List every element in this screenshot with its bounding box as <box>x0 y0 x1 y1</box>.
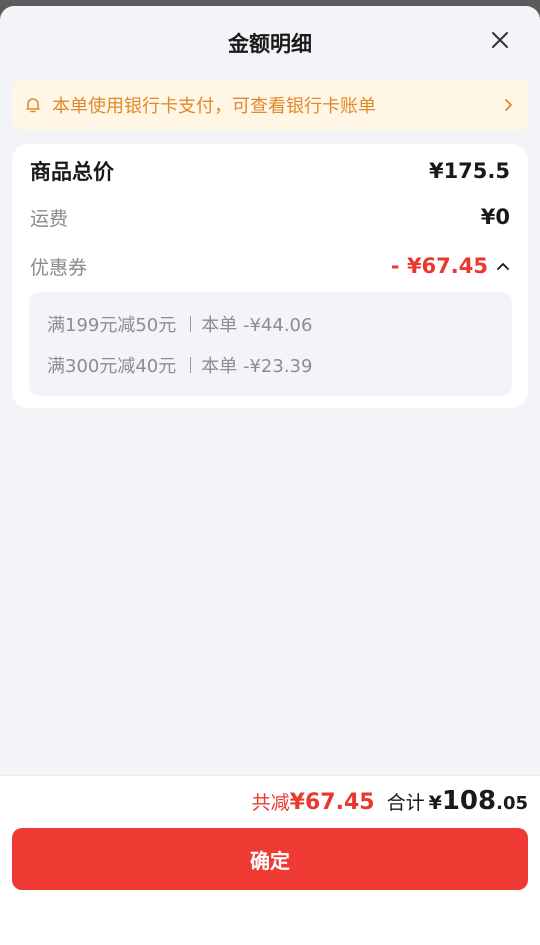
discount-value: ¥67.45 <box>289 790 375 815</box>
currency-symbol: ¥ <box>428 792 442 814</box>
sheet-title: 金额明细 <box>228 32 312 56</box>
total-price-label: 商品总价 <box>30 160 114 184</box>
bell-icon <box>26 98 40 113</box>
footer-bar: 共减 ¥67.45 合计 ¥ 108 .05 确定 <box>0 775 540 945</box>
coupon-item: 满199元减50元 本单 -¥44.06 <box>47 311 312 337</box>
coupon-value: - ¥67.45 <box>390 254 488 278</box>
confirm-button[interactable]: 确定 <box>12 828 528 890</box>
coupon-rule: 满199元减50元 <box>47 315 177 336</box>
divider <box>190 357 192 373</box>
total-decimal: .05 <box>496 793 528 814</box>
total-integer: 108 <box>441 786 497 816</box>
shipping-row: 运费 ¥0 <box>30 202 510 232</box>
order-summary: 共减 ¥67.45 合计 ¥ 108 .05 <box>252 786 528 816</box>
amount-detail-card: 商品总价 ¥175.5 运费 ¥0 优惠券 - ¥67.45 满199元减50元… <box>12 144 528 408</box>
total-price-value: ¥175.5 <box>428 159 510 183</box>
close-icon[interactable] <box>490 30 510 50</box>
coupon-amount: 本单 -¥23.39 <box>201 356 313 377</box>
coupon-label: 优惠券 <box>30 256 88 279</box>
bank-card-notice[interactable]: 本单使用银行卡支付，可查看银行卡账单 <box>12 80 528 130</box>
shipping-label: 运费 <box>30 207 69 230</box>
divider <box>190 316 192 332</box>
sheet-header: 金额明细 <box>0 6 540 82</box>
coupon-breakdown: 满199元减50元 本单 -¥44.06 满300元减40元 本单 -¥23.3… <box>29 292 512 396</box>
total-price-row: 商品总价 ¥175.5 <box>30 156 510 186</box>
total-label: 合计 <box>386 792 425 814</box>
shipping-value: ¥0 <box>480 205 510 229</box>
amount-detail-sheet: 金额明细 本单使用银行卡支付，可查看银行卡账单 商品总价 ¥175.5 运费 ¥… <box>0 6 540 945</box>
coupon-rule: 满300元减40元 <box>47 356 177 377</box>
coupon-row[interactable]: 优惠券 - ¥67.45 <box>30 251 510 281</box>
coupon-toggle[interactable]: - ¥67.45 <box>391 254 510 278</box>
notice-text: 本单使用银行卡支付，可查看银行卡账单 <box>52 96 376 117</box>
coupon-item: 满300元减40元 本单 -¥23.39 <box>47 352 312 378</box>
coupon-amount: 本单 -¥44.06 <box>201 315 313 336</box>
chevron-right-icon <box>505 99 512 111</box>
discount-label: 共减 <box>251 792 290 814</box>
chevron-up-icon <box>497 263 509 270</box>
